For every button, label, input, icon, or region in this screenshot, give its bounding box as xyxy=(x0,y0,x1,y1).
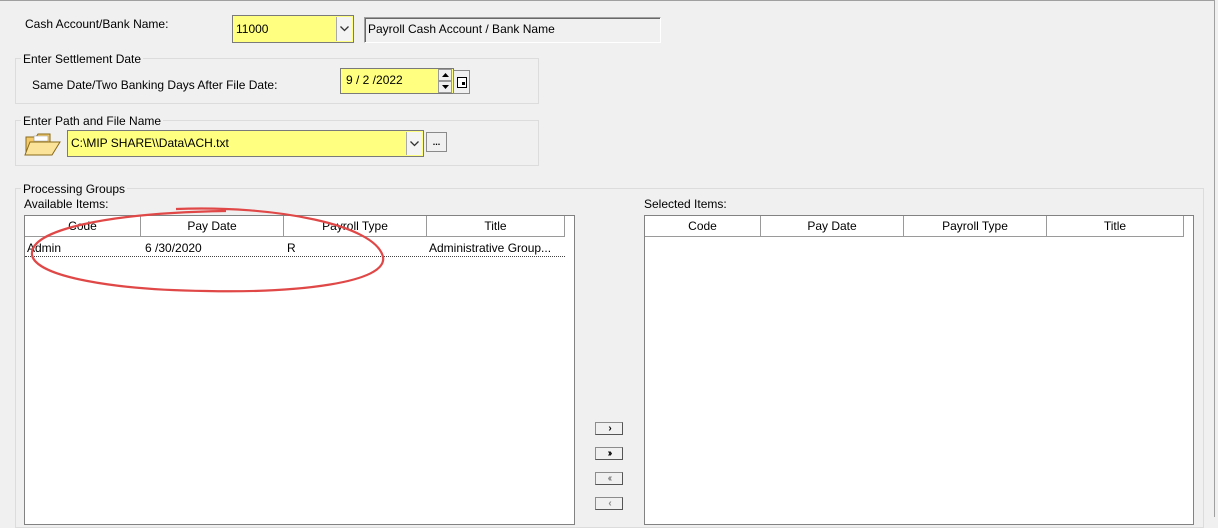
settlement-date-label: Same Date/Two Banking Days After File Da… xyxy=(32,78,278,92)
selected-items-label: Selected Items: xyxy=(644,197,727,211)
selected-col-title[interactable]: Title xyxy=(1047,216,1184,237)
caret-up-icon xyxy=(441,73,449,77)
cash-account-name-field: Payroll Cash Account / Bank Name xyxy=(364,17,661,43)
date-spin-down-button[interactable] xyxy=(438,81,452,93)
processing-groups-title: Processing Groups xyxy=(21,182,128,196)
double-chevron-right-icon: ›› xyxy=(607,447,612,459)
open-folder-icon[interactable] xyxy=(24,131,62,157)
browse-button[interactable]: ... xyxy=(426,132,447,152)
caret-down-icon xyxy=(441,85,449,89)
cash-account-label: Cash Account/Bank Name: xyxy=(25,17,169,31)
chevron-right-icon: › xyxy=(608,422,612,434)
double-chevron-left-icon: ‹‹ xyxy=(607,472,612,484)
cash-account-name: Payroll Cash Account / Bank Name xyxy=(368,22,555,36)
remove-all-button[interactable]: ‹‹ xyxy=(595,472,623,485)
file-path-dropdown-button[interactable] xyxy=(406,132,422,155)
window-frame-right xyxy=(1214,0,1215,517)
browse-button-label: ... xyxy=(432,137,441,147)
settlement-date-value: 9 / 2 /2022 xyxy=(346,73,403,87)
remove-selected-button[interactable]: ‹ xyxy=(595,497,623,510)
settlement-group-title: Enter Settlement Date xyxy=(21,52,144,66)
selected-col-code[interactable]: Code xyxy=(645,216,761,237)
chevron-left-icon: ‹ xyxy=(608,497,612,509)
chevron-down-icon xyxy=(340,26,349,32)
settlement-date-field[interactable]: 9 / 2 /2022 xyxy=(340,68,454,94)
add-all-button[interactable]: ›› xyxy=(595,447,623,460)
chevron-down-icon xyxy=(410,140,419,146)
file-path-combo[interactable]: C:\MIP SHARE\\Data\ACH.txt xyxy=(67,130,424,157)
annotation-circle xyxy=(30,207,385,293)
add-selected-button[interactable]: › xyxy=(595,422,623,435)
file-path-value: C:\MIP SHARE\\Data\ACH.txt xyxy=(71,136,229,150)
calendar-icon xyxy=(456,76,467,88)
file-path-group-title: Enter Path and File Name xyxy=(21,114,164,128)
cash-account-dropdown-button[interactable] xyxy=(336,17,352,41)
row-title: Administrative Group... xyxy=(429,241,552,255)
window-frame-top xyxy=(0,0,1214,1)
selected-items-list[interactable]: Code Pay Date Payroll Type Title xyxy=(644,215,1194,525)
selected-col-payroll-type[interactable]: Payroll Type xyxy=(904,216,1047,237)
date-spin-up-button[interactable] xyxy=(438,69,452,81)
calendar-button[interactable] xyxy=(453,70,470,94)
cash-account-combo[interactable]: 11000 xyxy=(232,15,354,43)
cash-account-code: 11000 xyxy=(236,22,269,36)
available-col-title[interactable]: Title xyxy=(427,216,565,237)
selected-col-pay-date[interactable]: Pay Date xyxy=(761,216,904,237)
